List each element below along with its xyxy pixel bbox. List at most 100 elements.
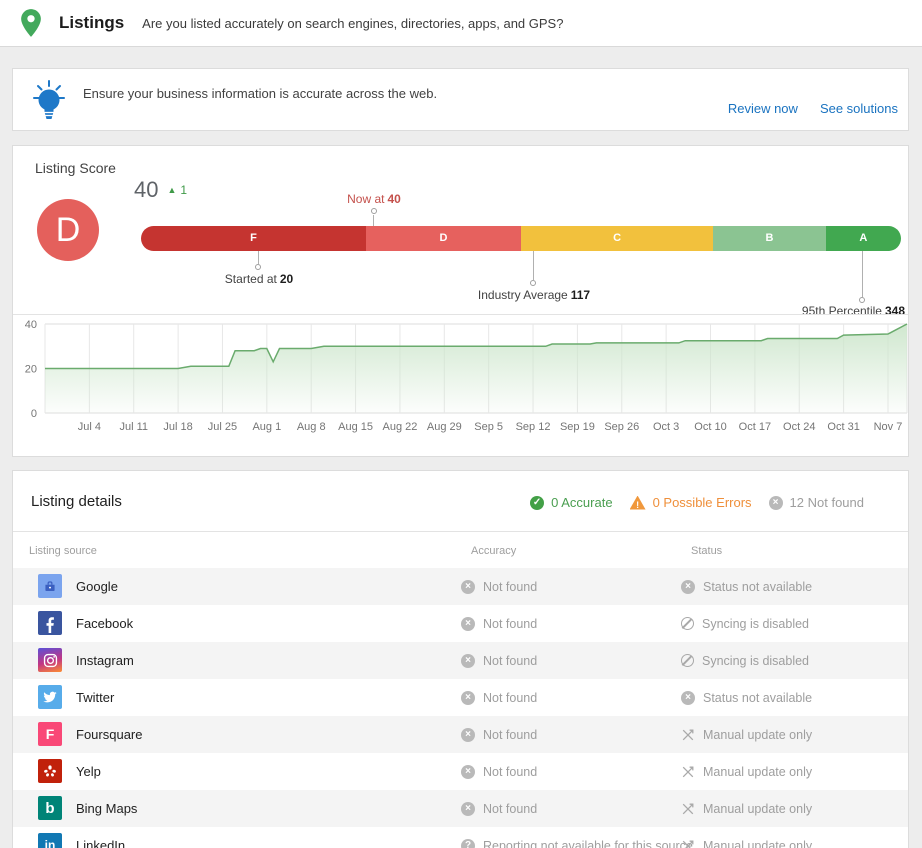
tip-banner: Ensure your business information is accu… bbox=[12, 68, 909, 131]
accuracy-cell: ×Not found bbox=[461, 568, 537, 605]
accuracy-cell: ×Not found bbox=[461, 753, 537, 790]
percentile-pin-line bbox=[862, 251, 863, 297]
now-pin-line bbox=[373, 215, 374, 226]
status-cell: ×Status not available bbox=[681, 679, 812, 716]
accuracy-cell: ×Not found bbox=[461, 716, 537, 753]
svg-text:Sep 5: Sep 5 bbox=[474, 421, 503, 433]
score-delta-up-icon: ▲ bbox=[167, 185, 176, 195]
svg-text:Oct 10: Oct 10 bbox=[694, 421, 726, 433]
status-cell: Syncing is disabled bbox=[681, 642, 809, 679]
svg-text:Aug 1: Aug 1 bbox=[252, 421, 281, 433]
listing-row-google[interactable]: Google ×Not found ×Status not available bbox=[13, 568, 908, 605]
svg-text:40: 40 bbox=[25, 319, 37, 331]
accuracy-cell: ×Not found bbox=[461, 605, 537, 642]
score-title: Listing Score bbox=[35, 160, 116, 176]
status-cell: Manual update only bbox=[681, 790, 812, 827]
see-solutions-link[interactable]: See solutions bbox=[820, 101, 898, 116]
listing-row-foursquare[interactable]: F Foursquare ×Not found Manual update only bbox=[13, 716, 908, 753]
status-cell: Manual update only bbox=[681, 716, 812, 753]
listing-rows: Google ×Not found ×Status not available Fac… bbox=[13, 568, 908, 848]
listing-row-facebook[interactable]: Facebook×Not foundSyncing is disabled bbox=[13, 605, 908, 642]
column-header-status: Status bbox=[691, 545, 722, 557]
status-cell: Manual update only bbox=[681, 827, 812, 848]
not-found-icon: × bbox=[461, 728, 475, 742]
banner-links: Review now See solutions bbox=[728, 101, 898, 116]
accuracy-cell: ×Not found bbox=[461, 790, 537, 827]
foursquare-icon: F bbox=[38, 722, 62, 746]
instagram-icon bbox=[38, 648, 62, 672]
bing-icon: b bbox=[38, 796, 62, 820]
score-value-row: 40 ▲ 1 bbox=[134, 177, 187, 203]
accuracy-cell: ?Reporting not available for this source bbox=[461, 827, 693, 848]
score-value: 40 bbox=[134, 177, 158, 203]
not-found-badge: × 12 Not found bbox=[769, 495, 864, 510]
listing-source-name: Yelp bbox=[76, 753, 101, 790]
svg-text:Oct 31: Oct 31 bbox=[827, 421, 859, 433]
listing-row-twitter[interactable]: Twitter ×Not found ×Status not available bbox=[13, 679, 908, 716]
industry-pin-dot bbox=[530, 280, 536, 286]
not-found-circle-icon: × bbox=[769, 496, 783, 510]
banner-message: Ensure your business information is accu… bbox=[83, 86, 437, 101]
linkedin-icon: in bbox=[38, 833, 62, 848]
grade-badge: D bbox=[37, 199, 99, 261]
svg-text:Oct 24: Oct 24 bbox=[783, 421, 815, 433]
now-pin-dot bbox=[371, 208, 377, 214]
not-found-icon: × bbox=[461, 654, 475, 668]
svg-text:Jul 11: Jul 11 bbox=[119, 421, 148, 433]
svg-text:20: 20 bbox=[25, 364, 37, 376]
warning-triangle-icon: ! bbox=[630, 496, 646, 510]
status-cell: ×Status not available bbox=[681, 568, 812, 605]
page-subtitle: Are you listed accurately on search engi… bbox=[142, 16, 563, 31]
industry-pin-line bbox=[533, 251, 534, 280]
sync-disabled-icon bbox=[681, 654, 694, 667]
twitter-icon bbox=[38, 685, 62, 709]
listing-source-name: Bing Maps bbox=[76, 790, 137, 827]
summary-badges: ✓ 0 Accurate ! 0 Possible Errors × 12 No… bbox=[530, 495, 864, 510]
listing-source-name: Foursquare bbox=[76, 716, 142, 753]
score-trend-svg: 40200Jul 4Jul 11Jul 18Jul 25Aug 1Aug 8Au… bbox=[13, 315, 908, 458]
svg-text:Sep 19: Sep 19 bbox=[560, 421, 595, 433]
grade-segment-f: F bbox=[141, 226, 366, 251]
svg-text:Jul 4: Jul 4 bbox=[78, 421, 101, 433]
percentile-pin-dot bbox=[859, 297, 865, 303]
started-annotation: Started at20 bbox=[225, 272, 293, 286]
yelp-icon bbox=[38, 759, 62, 783]
lightbulb-icon bbox=[29, 78, 69, 129]
listing-row-linkedin[interactable]: inLinkedIn?Reporting not available for t… bbox=[13, 827, 908, 848]
listing-source-name: Twitter bbox=[76, 679, 114, 716]
accuracy-cell: ×Not found bbox=[461, 642, 537, 679]
listing-row-yelp[interactable]: Yelp×Not foundManual update only bbox=[13, 753, 908, 790]
reporting-unavailable-icon: ? bbox=[461, 839, 475, 848]
svg-text:Aug 29: Aug 29 bbox=[427, 421, 462, 433]
svg-text:Jul 18: Jul 18 bbox=[163, 421, 192, 433]
industry-average-annotation: Industry Average117 bbox=[478, 288, 590, 302]
listing-source-name: Facebook bbox=[76, 605, 133, 642]
grade-segment-d: D bbox=[366, 226, 521, 251]
listing-source-name: Google bbox=[76, 568, 118, 605]
status-not-available-icon: × bbox=[681, 580, 695, 594]
svg-text:Sep 12: Sep 12 bbox=[516, 421, 551, 433]
accurate-badge: ✓ 0 Accurate bbox=[530, 495, 612, 510]
facebook-icon bbox=[38, 611, 62, 635]
sync-disabled-icon bbox=[681, 617, 694, 630]
svg-text:0: 0 bbox=[31, 408, 37, 420]
svg-text:Aug 8: Aug 8 bbox=[297, 421, 326, 433]
not-found-icon: × bbox=[461, 617, 475, 631]
accuracy-cell: ×Not found bbox=[461, 679, 537, 716]
svg-text:Nov 7: Nov 7 bbox=[874, 421, 903, 433]
review-now-link[interactable]: Review now bbox=[728, 101, 798, 116]
accurate-check-icon: ✓ bbox=[530, 496, 544, 510]
manual-update-icon bbox=[681, 728, 695, 742]
grade-segment-a: A bbox=[826, 226, 901, 251]
score-trend-chart: 40200Jul 4Jul 11Jul 18Jul 25Aug 1Aug 8Au… bbox=[13, 315, 908, 458]
listing-row-instagram[interactable]: Instagram×Not foundSyncing is disabled bbox=[13, 642, 908, 679]
svg-text:Oct 17: Oct 17 bbox=[739, 421, 771, 433]
grade-segment-b: B bbox=[713, 226, 825, 251]
not-found-icon: × bbox=[461, 802, 475, 816]
now-annotation: Now at40 bbox=[347, 192, 401, 206]
grade-segment-c: C bbox=[521, 226, 713, 251]
not-found-icon: × bbox=[461, 580, 475, 594]
grade-bar: FDCBA bbox=[141, 226, 901, 251]
score-delta: 1 bbox=[180, 183, 187, 197]
listing-row-bing[interactable]: b Bing Maps ×Not found Manual update only bbox=[13, 790, 908, 827]
